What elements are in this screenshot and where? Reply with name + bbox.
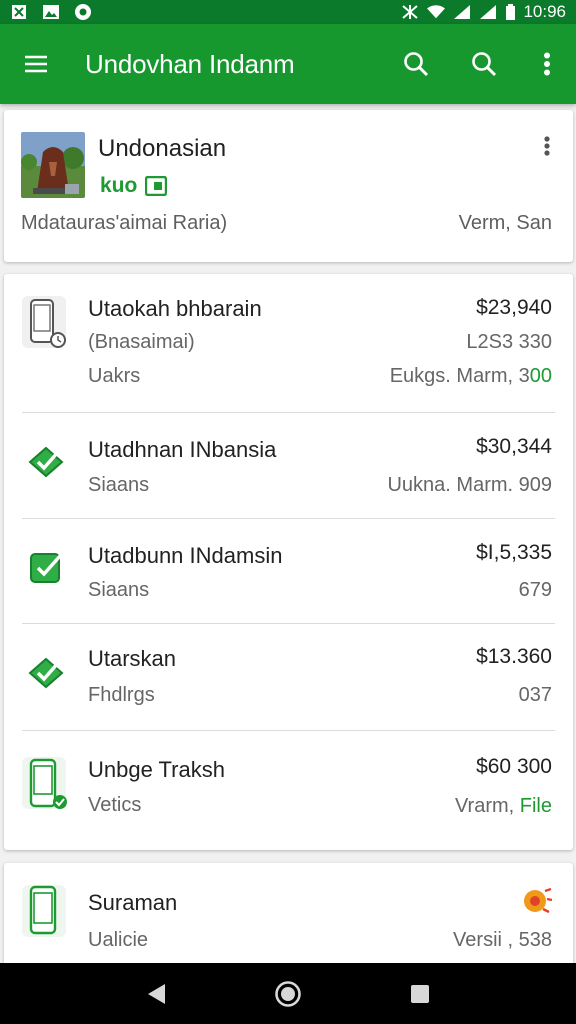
alert-badge-icon: [519, 885, 553, 920]
toolbar-title: Undovhan Indanm: [85, 48, 295, 79]
check-square-icon: [20, 539, 72, 597]
transaction-row[interactable]: Utarskan Fhdlrgs $13.360 037: [4, 624, 573, 730]
check-diamond-icon: [20, 644, 72, 702]
home-button[interactable]: [264, 970, 312, 1018]
transaction-date: Uukna. Marm. 909: [387, 474, 552, 496]
transaction-title: Utadbunn INdamsin: [88, 543, 283, 568]
summary-card[interactable]: Suraman Ualicie Versii , 538: [4, 863, 573, 973]
wifi-icon: [427, 4, 446, 20]
more-vert-icon: [544, 136, 550, 156]
summary-version: Versii , 538: [453, 929, 552, 951]
transaction-date: 037: [518, 684, 552, 706]
summary-title: Suraman: [88, 890, 178, 915]
transaction-date: Eukgs. Marm, 300: [390, 365, 552, 388]
transaction-list: Utaokah bhbarain (Bnasaimai) Uakrs $23,9…: [4, 274, 573, 850]
search-button[interactable]: [382, 24, 450, 104]
search-icon: [404, 52, 429, 77]
transaction-date: 679: [518, 579, 552, 601]
sync-icon: [74, 4, 92, 20]
card-more-button[interactable]: [535, 134, 559, 158]
image-notification-icon: [42, 4, 60, 20]
account-subtitle-text: kuo: [100, 174, 138, 197]
clock: 10:96: [523, 2, 566, 21]
file-link[interactable]: File: [520, 795, 552, 817]
transaction-amount: $I,5,335: [476, 541, 552, 564]
transaction-subtitle: Fhdlrgs: [88, 684, 155, 706]
menu-icon: [25, 55, 47, 73]
summary-subtitle: Ualicie: [88, 929, 149, 951]
recents-icon: [411, 984, 429, 1003]
summary-row[interactable]: Suraman Ualicie Versii , 538: [4, 863, 573, 973]
transaction-amount: $23,940: [476, 296, 552, 319]
check-diamond-icon: [20, 433, 72, 491]
signal-icon: [453, 4, 471, 20]
system-nav-bar: [0, 963, 576, 1024]
back-button[interactable]: [132, 970, 180, 1018]
phone-icon: [20, 883, 72, 941]
transaction-date: Vrarm, File: [455, 795, 552, 818]
transaction-title: Utadhnan INbansia: [88, 437, 277, 462]
transaction-amount: $30,344: [476, 435, 552, 458]
transaction-title: Utaokah bhbarain: [88, 296, 262, 321]
account-meta: Verm, San: [458, 212, 552, 234]
recents-button[interactable]: [396, 970, 444, 1018]
account-description: Mdatauras'aimai Raria): [21, 212, 228, 234]
transaction-row[interactable]: Utadbunn INdamsin Siaans $I,5,335 679: [4, 519, 573, 623]
transaction-amount: $60 300: [476, 755, 552, 778]
account-name: Undonasian: [98, 135, 227, 162]
more-vert-icon: [544, 52, 550, 76]
network-icon: [401, 4, 419, 20]
transaction-title: Unbge Traksh: [88, 757, 225, 782]
transaction-amount: $13.360: [476, 645, 552, 668]
transaction-category: Uakrs: [88, 365, 141, 387]
wallet-icon: [145, 176, 168, 196]
account-subtitle: kuo: [100, 174, 168, 198]
back-icon: [148, 983, 165, 1004]
transaction-row[interactable]: Unbge Traksh Vetics $60 300 Vrarm, File: [4, 731, 573, 849]
phone-icon: [20, 294, 72, 352]
transaction-subtitle: Siaans: [88, 474, 150, 496]
search-icon: [472, 52, 497, 77]
transaction-date-text: Eukgs. Marm, 3: [389, 365, 530, 387]
transaction-reference: L2S3 330: [466, 331, 552, 353]
transaction-date-text: Vrarm,: [454, 795, 520, 817]
transaction-subtitle: Siaans: [88, 579, 150, 601]
transaction-title: Utarskan: [88, 646, 177, 671]
notification-icon: [10, 4, 28, 20]
signal-icon-2: [479, 4, 497, 20]
status-bar: 10:96: [0, 0, 576, 24]
overflow-menu-button[interactable]: [518, 24, 576, 104]
account-thumbnail: [21, 132, 85, 198]
account-header-card[interactable]: Undonasian kuo Mdatauras'aimai Raria) Ve…: [4, 110, 573, 262]
app-toolbar: Undovhan Indanm: [0, 24, 576, 104]
transaction-subtitle: Vetics: [88, 794, 142, 816]
transaction-row[interactable]: Utadhnan INbansia Siaans $30,344 Uukna. …: [4, 413, 573, 518]
battery-icon: [505, 4, 515, 20]
phone-check-icon: [20, 755, 72, 813]
search-button-2[interactable]: [450, 24, 518, 104]
menu-button[interactable]: [0, 24, 72, 104]
home-icon: [275, 980, 301, 1007]
transaction-date-accent: 00: [529, 365, 552, 387]
transaction-subtitle: (Bnasaimai): [88, 331, 195, 353]
transaction-row[interactable]: Utaokah bhbarain (Bnasaimai) Uakrs $23,9…: [4, 274, 573, 412]
